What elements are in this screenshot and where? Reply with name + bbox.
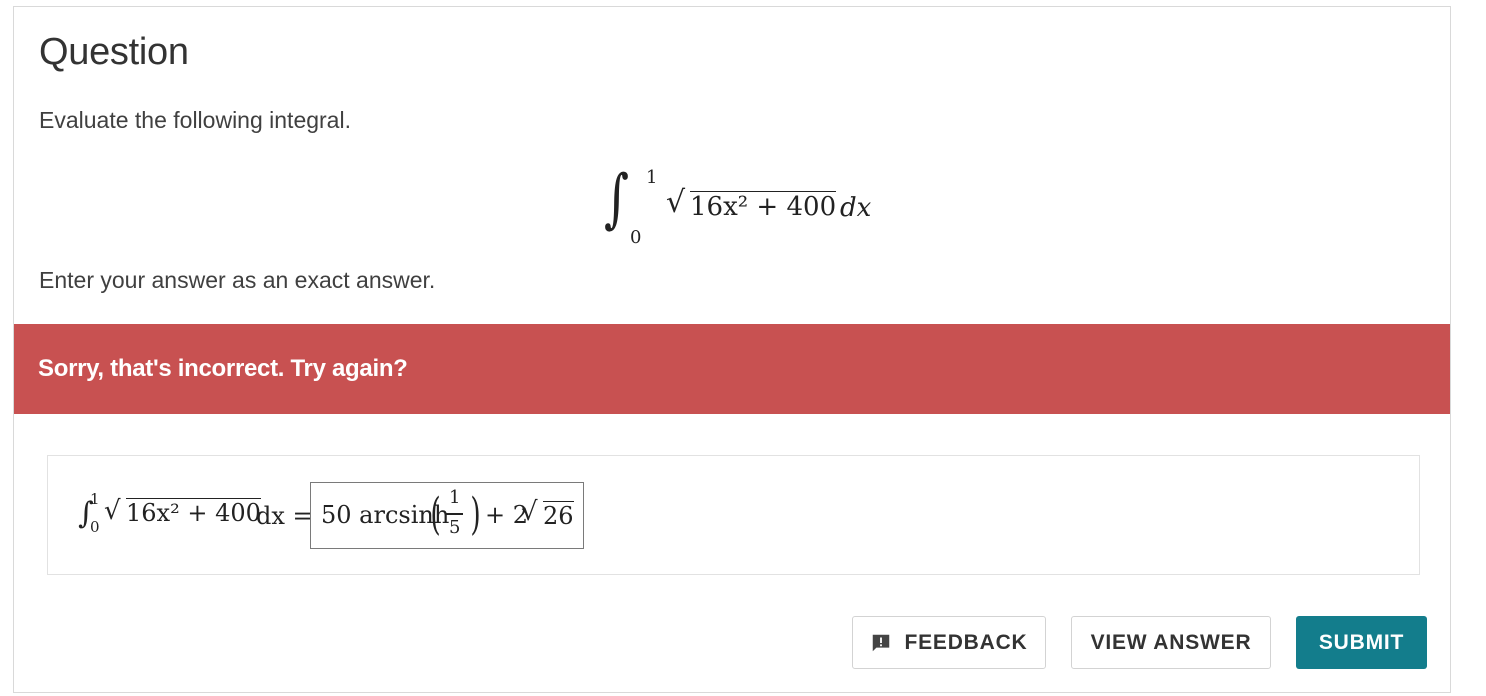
feedback-button[interactable]: FEEDBACK: [852, 616, 1046, 669]
lhs-upper-bound: 1: [90, 490, 100, 508]
answer-input-field[interactable]: 50 arcsinh ( 1 5 ) + 2 √ 26: [310, 482, 584, 549]
answer-radical-sign: √: [521, 497, 538, 527]
integral-sign: ∫: [604, 162, 630, 236]
integral-expression: ∫ 1 0 √ 16x² + 400 dx: [604, 167, 874, 249]
question-heading: Question: [39, 31, 189, 73]
lhs-radical-sign: √: [104, 496, 121, 526]
integral-upper-bound: 1: [646, 167, 658, 188]
answer-radicand: 26: [543, 501, 574, 530]
integrand: 16x² + 400: [690, 191, 837, 222]
view-answer-button[interactable]: VIEW ANSWER: [1071, 616, 1271, 669]
feedback-message: Sorry, that's incorrect. Try again?: [38, 355, 408, 382]
question-prompt: Evaluate the following integral.: [39, 107, 351, 133]
question-card: Question Evaluate the following integral…: [13, 6, 1451, 693]
integral-lower-bound: 0: [630, 227, 642, 248]
fraction-numerator: 1: [449, 487, 461, 508]
incorrect-feedback-banner: Sorry, that's incorrect. Try again?: [14, 324, 1450, 414]
submit-button[interactable]: SUBMIT: [1296, 616, 1427, 669]
differential: dx: [840, 193, 872, 223]
answer-instruction: Enter your answer as an exact answer.: [39, 267, 436, 293]
feedback-icon: [873, 634, 890, 651]
feedback-button-label: FEEDBACK: [904, 630, 1028, 654]
view-answer-button-label: VIEW ANSWER: [1090, 630, 1252, 654]
lhs-lower-bound: 0: [90, 518, 100, 536]
fraction-denominator: 5: [449, 517, 461, 538]
lhs-dx-equals: dx =: [256, 502, 313, 530]
left-paren: (: [430, 489, 441, 540]
lhs-integrand: 16x² + 400: [126, 498, 261, 527]
right-paren: ): [470, 489, 481, 540]
answer-lhs-expression: ∫ 1 0 √ 16x² + 400 dx =: [78, 490, 313, 540]
submit-button-label: SUBMIT: [1318, 630, 1405, 654]
fraction-bar: [445, 513, 463, 515]
answer-area: ∫ 1 0 √ 16x² + 400 dx = 50 arcsinh ( 1 5…: [47, 455, 1420, 575]
radical-sign: √: [666, 185, 686, 220]
